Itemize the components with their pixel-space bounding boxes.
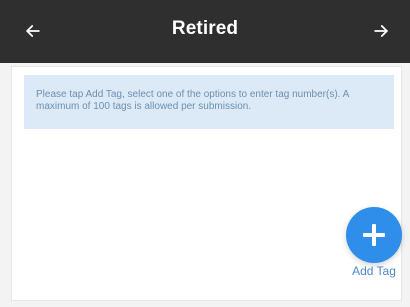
app-screen: Retired Please tap Add Tag, select one o… xyxy=(0,0,410,307)
instruction-info-box: Please tap Add Tag, select one of the op… xyxy=(24,75,394,129)
instruction-text: Please tap Add Tag, select one of the op… xyxy=(36,89,349,112)
add-tag-button[interactable] xyxy=(346,207,402,263)
forward-arrow-icon[interactable] xyxy=(364,14,398,48)
arrow-right-icon xyxy=(374,25,388,37)
page-title: Retired xyxy=(171,18,239,39)
top-app-bar: Retired xyxy=(0,0,410,63)
add-tag-label[interactable]: Add Tag xyxy=(344,264,404,278)
plus-icon xyxy=(362,223,386,247)
